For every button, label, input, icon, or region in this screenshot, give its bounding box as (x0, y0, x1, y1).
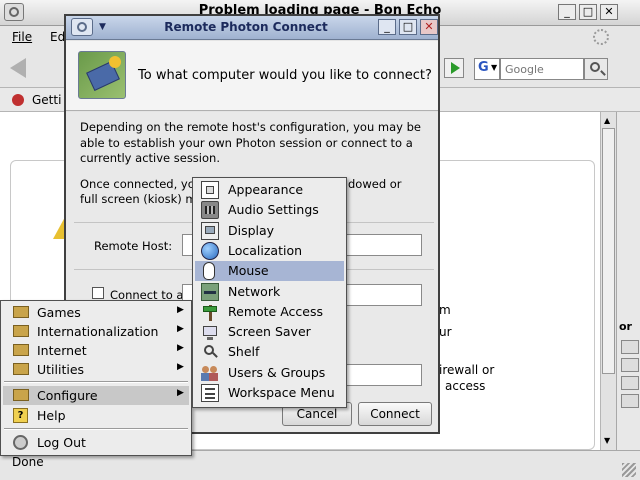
appearance-icon (201, 181, 219, 199)
go-icon[interactable] (444, 58, 464, 78)
menu-file[interactable]: File (12, 30, 32, 44)
side-panel-button[interactable] (621, 394, 639, 408)
help-icon: ? (13, 408, 28, 423)
error-text-fragment-3: irewall or (439, 363, 495, 377)
menu-item-help[interactable]: ? Help (3, 406, 189, 425)
search-input[interactable] (500, 58, 584, 80)
minimize-icon[interactable]: _ (558, 4, 576, 20)
menu-item-display[interactable]: Display (195, 221, 344, 241)
signpost-icon (201, 303, 219, 321)
scroll-up-icon[interactable]: ▲ (604, 116, 610, 125)
search-engine-selector[interactable]: G ▼ (474, 58, 500, 80)
window-menu-icon[interactable] (71, 18, 93, 36)
status-text: Done (12, 455, 44, 469)
submenu-arrow-icon: ▶ (177, 305, 184, 315)
close-icon[interactable]: ✕ (600, 4, 618, 20)
menu-item-internationalization[interactable]: Internationalization ▶ (3, 322, 189, 341)
menu-separator (4, 381, 188, 383)
submenu-arrow-icon: ▶ (177, 324, 184, 334)
connect-active-checkbox[interactable] (92, 287, 104, 299)
side-panel-button[interactable] (621, 358, 639, 372)
search-icon[interactable] (584, 58, 608, 80)
folder-icon (13, 306, 29, 318)
users-icon (201, 364, 219, 382)
menu-edit[interactable]: Ed (50, 30, 65, 44)
dialog-title: Remote Photon Connect (164, 20, 328, 34)
folder-icon (13, 344, 29, 356)
side-panel-button[interactable] (621, 340, 639, 354)
submenu-arrow-icon: ▶ (177, 343, 184, 353)
error-text-fragment-2: ur (439, 325, 452, 339)
shelf-main-menu: Games ▶ Internationalization ▶ Internet … (0, 300, 192, 456)
folder-icon (13, 389, 29, 401)
menu-separator (4, 428, 188, 430)
submenu-arrow-icon: ▶ (177, 362, 184, 372)
menu-item-configure[interactable]: Configure ▶ (3, 386, 189, 405)
menu-item-mouse[interactable]: Mouse (195, 261, 344, 282)
menu-item-games[interactable]: Games ▶ (3, 303, 189, 322)
vertical-scrollbar[interactable]: ▲ ▼ (600, 112, 616, 450)
folder-icon (13, 363, 29, 375)
menu-item-users-groups[interactable]: Users & Groups (195, 363, 344, 383)
scroll-down-icon[interactable]: ▼ (604, 436, 610, 445)
resize-grip-icon[interactable] (622, 463, 636, 477)
remote-host-label: Remote Host: (94, 239, 173, 253)
screensaver-icon (201, 323, 219, 341)
menu-item-shelf[interactable]: Shelf (195, 342, 344, 362)
bookmark-icon (12, 94, 24, 106)
side-panel: or (616, 112, 640, 450)
dialog-titlebar[interactable]: ▼ Remote Photon Connect _ □ ✕ (66, 16, 438, 40)
header-question: To what computer would you like to conne… (138, 68, 432, 83)
menu-item-log-out[interactable]: Log Out (3, 433, 189, 452)
scroll-thumb[interactable] (602, 128, 615, 374)
maximize-icon[interactable]: □ (399, 19, 417, 35)
menu-item-screen-saver[interactable]: Screen Saver (195, 322, 344, 342)
menu-item-remote-access[interactable]: Remote Access (195, 302, 344, 322)
back-icon[interactable] (10, 58, 26, 78)
side-panel-label: or (619, 320, 632, 333)
connect-button[interactable]: Connect (358, 402, 432, 426)
maximize-icon[interactable]: □ (579, 4, 597, 20)
remote-connect-icon (78, 51, 126, 99)
chevron-down-icon[interactable]: ▼ (99, 22, 106, 32)
logout-icon (13, 435, 28, 450)
menu-item-audio-settings[interactable]: Audio Settings (195, 200, 344, 220)
audio-icon (201, 201, 219, 220)
menu-item-internet[interactable]: Internet ▶ (3, 341, 189, 360)
submenu-arrow-icon: ▶ (177, 388, 184, 398)
menu-item-network[interactable]: Network (195, 282, 344, 302)
mode-paragraph-line1-start: Once connected, yo (80, 177, 195, 191)
error-text-fragment-4: access (445, 379, 486, 393)
mouse-icon (203, 262, 215, 281)
network-icon (201, 282, 219, 301)
menu-item-workspace-menu[interactable]: Workspace Menu (195, 383, 344, 403)
configure-submenu: Appearance Audio Settings Display Locali… (192, 177, 347, 408)
menu-item-appearance[interactable]: Appearance (195, 180, 344, 200)
description-paragraph: Depending on the remote host's configura… (80, 120, 421, 165)
side-panel-button[interactable] (621, 376, 639, 390)
shelf-icon (201, 343, 219, 361)
mode-paragraph-line1-end: dowed or (348, 177, 402, 191)
google-icon: G (478, 60, 489, 75)
chevron-down-icon: ▼ (491, 63, 498, 72)
display-icon (201, 221, 219, 240)
dialog-header: To what computer would you like to conne… (66, 41, 438, 111)
bookmark-getting-started[interactable]: Getti (32, 93, 61, 107)
menu-item-localization[interactable]: Localization (195, 241, 344, 261)
workspace-icon (201, 384, 219, 402)
folder-icon (13, 325, 29, 337)
globe-icon (201, 241, 219, 260)
mode-paragraph-line2-start: full screen (kiosk) m (80, 192, 197, 206)
minimize-icon[interactable]: _ (378, 19, 396, 35)
menu-item-utilities[interactable]: Utilities ▶ (3, 360, 189, 379)
error-text-fragment-1: m (439, 303, 451, 317)
throbber-icon (593, 29, 609, 45)
close-icon[interactable]: ✕ (420, 19, 438, 35)
